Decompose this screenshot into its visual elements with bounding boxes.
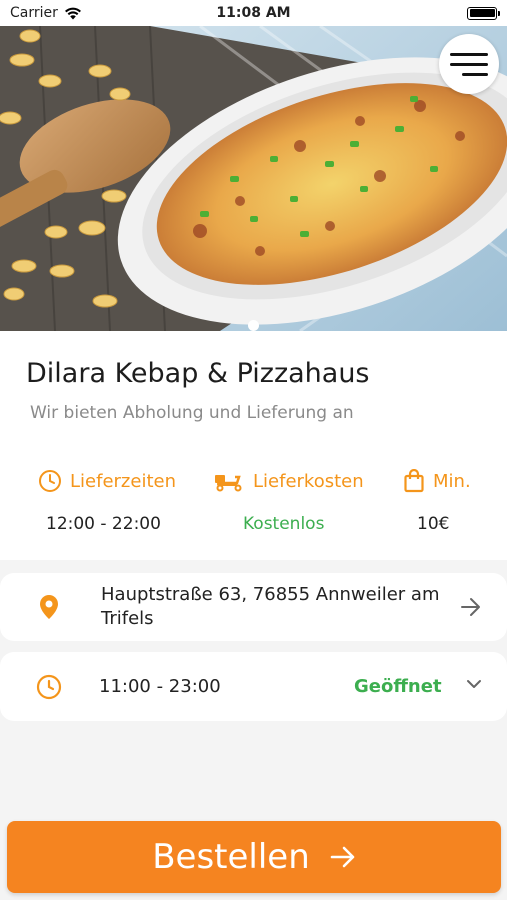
stat-label: Lieferkosten [253,470,364,492]
stat-value-minimum-order: 10€ [417,514,450,534]
clock-icon [36,674,62,700]
pager-dot[interactable] [248,320,259,331]
bag-icon [404,469,424,493]
battery-icon [467,6,500,20]
wifi-icon [64,7,81,19]
order-button[interactable]: Bestellen [7,821,501,893]
location-pin-icon [40,595,58,619]
stat-minimum-order: Min. [403,469,471,493]
order-button-label: Bestellen [152,837,310,877]
hero-image[interactable] [0,26,507,331]
hamburger-icon [450,52,488,56]
casserole-photo [0,26,507,331]
stat-label: Min. [433,470,471,492]
address-card[interactable]: Hauptstraße 63, 76855 Annweiler am Trife… [0,573,507,641]
open-status-badge: Geöffnet [354,676,442,697]
stat-delivery-costs: Lieferkosten [213,469,364,493]
status-left: Carrier [10,5,82,21]
restaurant-tagline: Wir bieten Abholung und Lieferung an [30,403,354,423]
arrow-right-icon[interactable] [460,597,482,617]
carrier-label: Carrier [10,5,58,21]
menu-button[interactable] [439,34,499,94]
status-bar: Carrier 11:08 AM [0,0,507,26]
opening-hours-card[interactable]: 11:00 - 23:00 Geöffnet [0,652,507,721]
stat-label: Lieferzeiten [70,470,176,492]
restaurant-info: Dilara Kebap & Pizzahaus Wir bieten Abho… [0,331,507,560]
scooter-icon [215,475,242,492]
opening-hours-text: 11:00 - 23:00 [99,676,221,697]
restaurant-name: Dilara Kebap & Pizzahaus [26,358,370,389]
stat-value-delivery-costs: Kostenlos [243,514,325,534]
chevron-down-icon[interactable] [466,679,482,689]
stat-delivery-times: Lieferzeiten [38,469,176,493]
arrow-right-icon [330,846,355,868]
clock-icon [39,470,61,492]
address-text: Hauptstraße 63, 76855 Annweiler am Trife… [101,584,440,629]
stat-value-delivery-times: 12:00 - 22:00 [46,514,161,534]
